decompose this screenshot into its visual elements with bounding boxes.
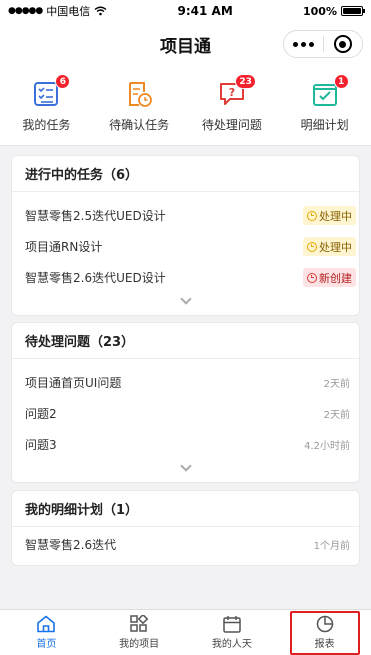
issue-count-badge: 23 [235, 74, 256, 89]
svg-text:?: ? [229, 86, 235, 99]
shortcut-my-tasks[interactable]: 6 我的任务 [2, 74, 90, 133]
expand-toggle[interactable] [12, 460, 359, 482]
wifi-icon [94, 6, 107, 16]
clock-icon [307, 210, 317, 221]
tab-label: 我的人天 [211, 639, 252, 650]
pending-issues-card: 待处理问题（23） 项目通首页UI问题 2天前 问题2 2天前 问题3 4.2小… [11, 322, 360, 483]
chevron-down-icon [179, 293, 192, 305]
tab-bar: 首页 我的项目 我的人天 报表 [0, 609, 371, 655]
shortcut-icon-wrap [125, 80, 153, 108]
in-progress-tasks-card: 进行中的任务（6） 智慧零售2.5迭代UED设计 处理中 项目通RN设计 处理中… [11, 155, 360, 316]
nav-bar: 项目通 [0, 22, 371, 66]
task-count-badge: 6 [55, 74, 71, 89]
list-item[interactable]: 问题2 2天前 [12, 398, 359, 429]
shortcut-detail-plan[interactable]: 1 明细计划 [281, 74, 369, 133]
task-name: 智慧零售2.6迭代UED设计 [25, 271, 166, 285]
status-badge: 处理中 [303, 206, 356, 225]
shortcut-label: 我的任务 [22, 118, 71, 132]
status-text: 新创建 [319, 271, 352, 285]
close-mini-program-button[interactable] [324, 31, 363, 57]
tab-home[interactable]: 首页 [11, 611, 81, 655]
clock-icon [307, 241, 317, 252]
chevron-down-icon [179, 460, 192, 472]
tab-label: 我的项目 [119, 639, 160, 650]
plan-count-badge: 1 [333, 74, 349, 89]
expand-toggle[interactable] [12, 293, 359, 315]
plan-name: 智慧零售2.6迭代 [25, 538, 117, 552]
home-icon [37, 615, 56, 633]
battery-icon [340, 6, 365, 16]
task-name: 项目通RN设计 [25, 240, 103, 254]
plan-time: 1个月前 [313, 541, 350, 552]
status-right: 100% [303, 4, 365, 18]
issue-time: 2天前 [323, 410, 350, 421]
grid-icon [130, 615, 149, 632]
status-time: 9:41 AM [177, 4, 233, 18]
target-circle-icon [333, 35, 352, 53]
pie-chart-icon [316, 615, 333, 633]
status-bar: ●●●●● 中国电信 9:41 AM 100% [0, 0, 371, 22]
list-item[interactable]: 智慧零售2.6迭代 1个月前 [12, 529, 359, 560]
shortcut-label: 待处理问题 [201, 118, 262, 132]
tab-label: 报表 [314, 639, 335, 650]
clock-icon [307, 272, 317, 283]
issue-time: 2天前 [323, 379, 350, 390]
status-badge: 新创建 [303, 268, 356, 287]
card-title[interactable]: 待处理问题（23） [12, 323, 359, 359]
tab-my-man-days[interactable]: 我的人天 [197, 611, 267, 655]
status-text: 处理中 [319, 240, 352, 254]
status-badge: 处理中 [303, 237, 356, 256]
list-item[interactable]: 问题3 4.2小时前 [12, 429, 359, 460]
list-item[interactable]: 项目通RN设计 处理中 [12, 231, 359, 262]
shortcut-icon-wrap: 6 [32, 74, 71, 108]
signal-icon: ●●●●● [8, 6, 43, 16]
issue-name: 问题2 [25, 407, 57, 421]
more-button[interactable] [284, 31, 323, 57]
shortcut-pending-confirm[interactable]: 待确认任务 [95, 80, 183, 133]
status-text: 处理中 [319, 209, 352, 223]
list-item[interactable]: 智慧零售2.6迭代UED设计 新创建 [12, 262, 359, 293]
issue-name: 问题3 [25, 438, 57, 452]
tab-reports[interactable]: 报表 [289, 610, 360, 655]
page-title: 项目通 [160, 36, 211, 57]
battery-percent: 100% [303, 4, 337, 18]
shortcut-pending-issues[interactable]: ? 23 待处理问题 [188, 74, 276, 133]
calendar-icon [223, 616, 241, 633]
more-dots-icon [292, 41, 314, 47]
shortcut-label: 明细计划 [300, 118, 349, 132]
status-left: ●●●●● 中国电信 [8, 3, 107, 19]
card-title[interactable]: 我的明细计划（1） [12, 491, 359, 527]
list-item[interactable]: 项目通首页UI问题 2天前 [12, 367, 359, 398]
tab-label: 首页 [36, 639, 57, 650]
task-name: 智慧零售2.5迭代UED设计 [25, 209, 166, 223]
mini-program-capsule [283, 30, 363, 58]
issue-name: 项目通首页UI问题 [25, 376, 122, 390]
detail-plan-card: 我的明细计划（1） 智慧零售2.6迭代 1个月前 [11, 490, 360, 566]
card-title[interactable]: 进行中的任务（6） [12, 156, 359, 192]
issue-time: 4.2小时前 [304, 441, 350, 452]
list-item[interactable]: 智慧零售2.5迭代UED设计 处理中 [12, 200, 359, 231]
shortcut-icon-wrap: 1 [311, 74, 349, 108]
shortcut-label: 待确认任务 [109, 118, 170, 132]
tab-my-projects[interactable]: 我的项目 [104, 611, 174, 655]
carrier-label: 中国电信 [46, 5, 91, 18]
shortcut-icon-wrap: ? 23 [218, 74, 256, 108]
pending-confirm-icon [129, 82, 153, 107]
shortcut-row: 6 我的任务 待确认任务 ? 23 待处理问题 1 明细计划 [0, 66, 371, 146]
